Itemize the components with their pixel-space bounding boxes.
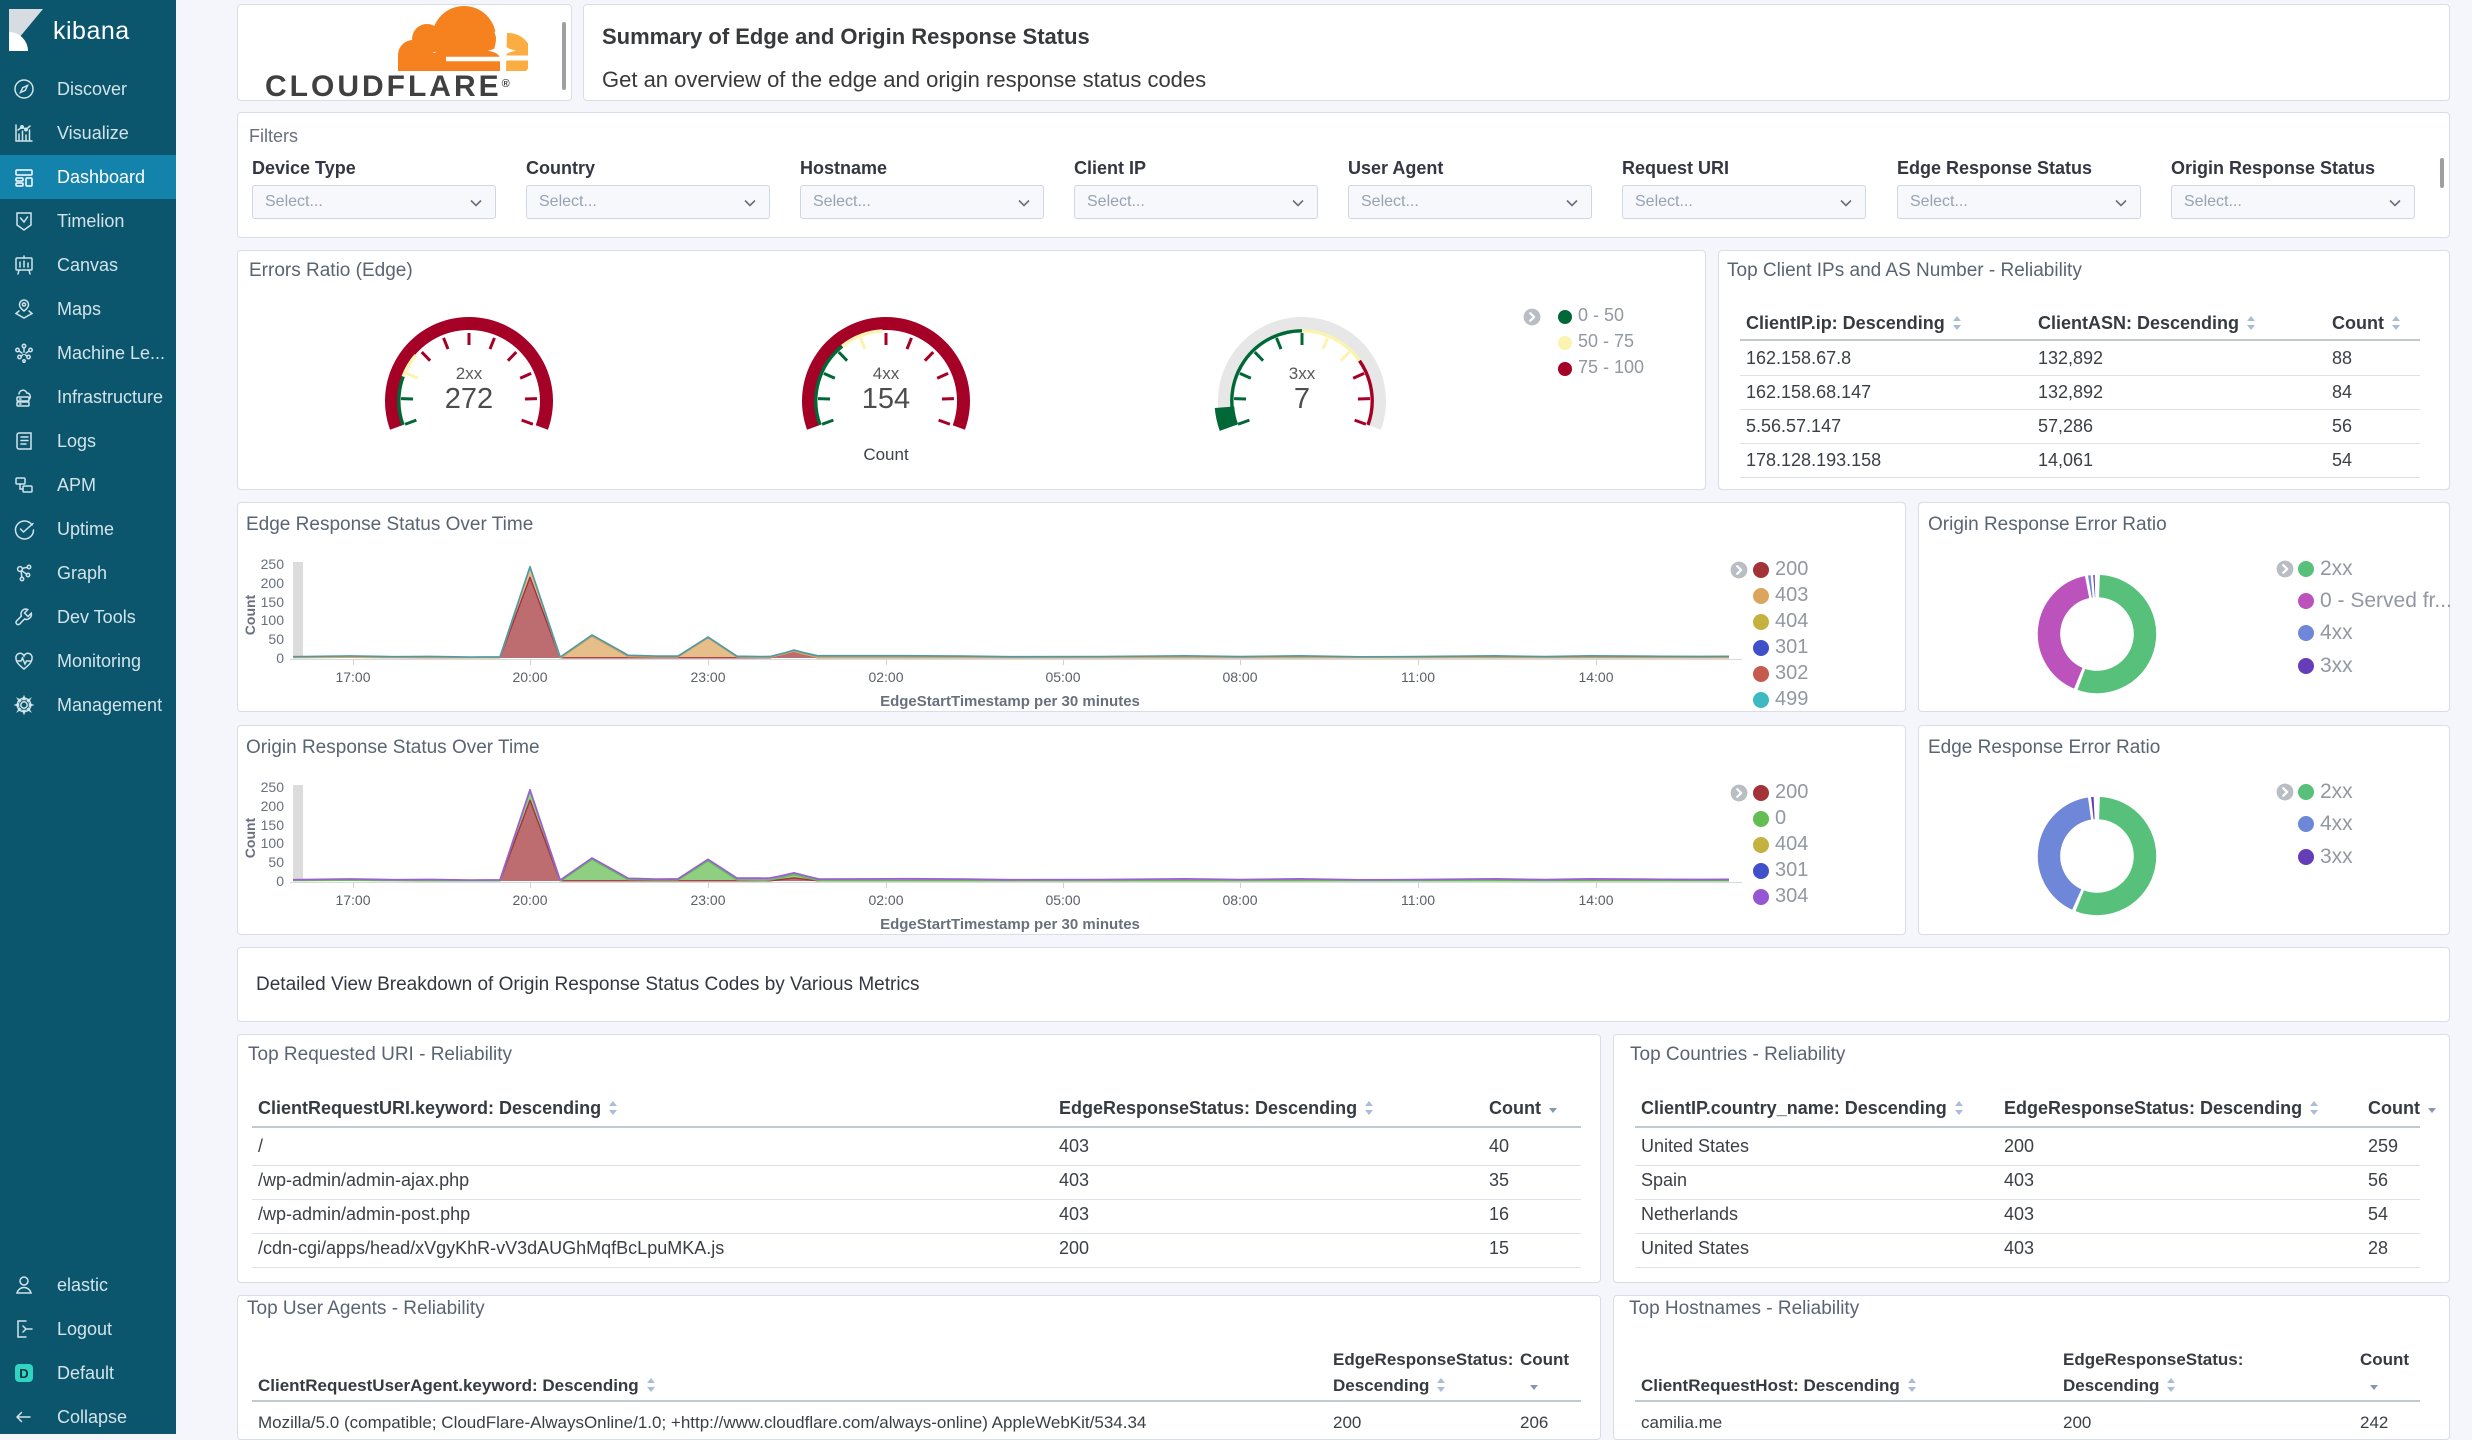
svg-text:D: D — [19, 1366, 28, 1381]
